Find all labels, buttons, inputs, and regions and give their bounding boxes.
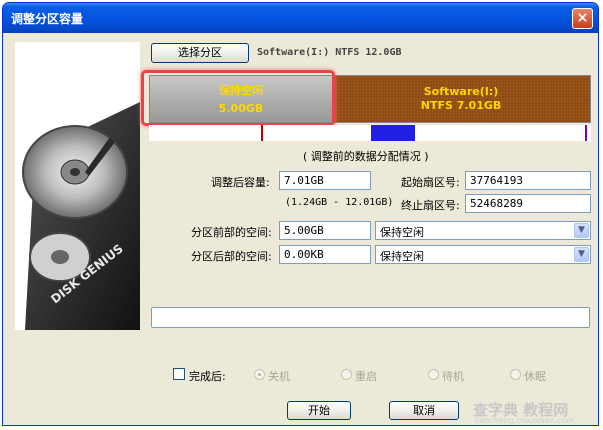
radio-hibernate-label: 休眠 xyxy=(524,370,546,383)
partition-detail: NTFS 7.01GB xyxy=(420,99,502,112)
radio-shutdown[interactable] xyxy=(254,369,265,380)
cancel-button[interactable]: 取消 xyxy=(389,401,459,420)
radio-standby[interactable] xyxy=(428,369,439,380)
radio-standby-label: 待机 xyxy=(442,370,464,383)
watermark-url: jiaocheng.chazidian.com xyxy=(475,416,575,425)
map-marker-right xyxy=(585,125,587,141)
after-space-input[interactable]: 0.00KB xyxy=(279,245,371,264)
chevron-down-icon[interactable]: ▼ xyxy=(574,223,589,238)
start-sector-input[interactable]: 37764193 xyxy=(465,171,591,190)
resize-partition-dialog: 调整分区容量 × DISK GENIUS 选择分区 Software(I:) N… xyxy=(2,2,599,426)
select-partition-button[interactable]: 选择分区 xyxy=(151,43,249,63)
end-sector-label: 终止扇区号: xyxy=(401,199,460,212)
title-bar: 调整分区容量 × xyxy=(3,3,598,33)
partition-segment[interactable]: Software(I:) NTFS 7.01GB xyxy=(332,76,590,122)
start-button[interactable]: 开始 xyxy=(287,401,351,420)
progress-bar xyxy=(151,307,590,328)
after-completion-checkbox[interactable] xyxy=(173,368,185,380)
close-button[interactable]: × xyxy=(572,8,593,29)
dialog-client-area: DISK GENIUS 选择分区 Software(I:) NTFS 12.0G… xyxy=(3,33,598,425)
radio-restart-label: 重启 xyxy=(355,370,377,383)
chevron-down-icon[interactable]: ▼ xyxy=(574,247,589,262)
after-space-select[interactable]: 保持空闲 ▼ xyxy=(375,245,591,264)
data-distribution-map xyxy=(149,125,591,141)
start-sector-label: 起始扇区号: xyxy=(401,176,460,189)
after-space-selected: 保持空闲 xyxy=(380,250,424,263)
before-space-label: 分区前部的空间: xyxy=(191,226,272,239)
before-space-selected: 保持空闲 xyxy=(380,226,424,239)
radio-hibernate[interactable] xyxy=(510,369,521,380)
before-space-input[interactable]: 5.00GB xyxy=(279,221,371,240)
size-after-input[interactable]: 7.01GB xyxy=(279,171,371,190)
before-space-select[interactable]: 保持空闲 ▼ xyxy=(375,221,591,240)
drive-info-label: Software(I:) NTFS 12.0GB xyxy=(257,47,402,58)
size-after-label: 调整后容量: xyxy=(211,176,270,189)
window-title: 调整分区容量 xyxy=(11,12,84,26)
layout-caption: ( 调整前的数据分配情况 ) xyxy=(303,150,429,163)
map-marker-left xyxy=(261,125,263,141)
partition-name: Software(I:) xyxy=(423,85,499,98)
after-completion-label: 完成后: xyxy=(189,370,226,383)
close-icon: × xyxy=(576,10,589,26)
hard-disk-image: DISK GENIUS xyxy=(15,42,140,330)
radio-restart[interactable] xyxy=(341,369,352,380)
end-sector-input[interactable]: 52468289 xyxy=(465,194,591,213)
free-space-highlight xyxy=(141,70,335,126)
after-space-label: 分区后部的空间: xyxy=(191,250,272,263)
radio-shutdown-label: 关机 xyxy=(268,370,290,383)
size-range-text: (1.24GB - 12.01GB) xyxy=(285,197,394,208)
map-data-block xyxy=(371,125,415,141)
